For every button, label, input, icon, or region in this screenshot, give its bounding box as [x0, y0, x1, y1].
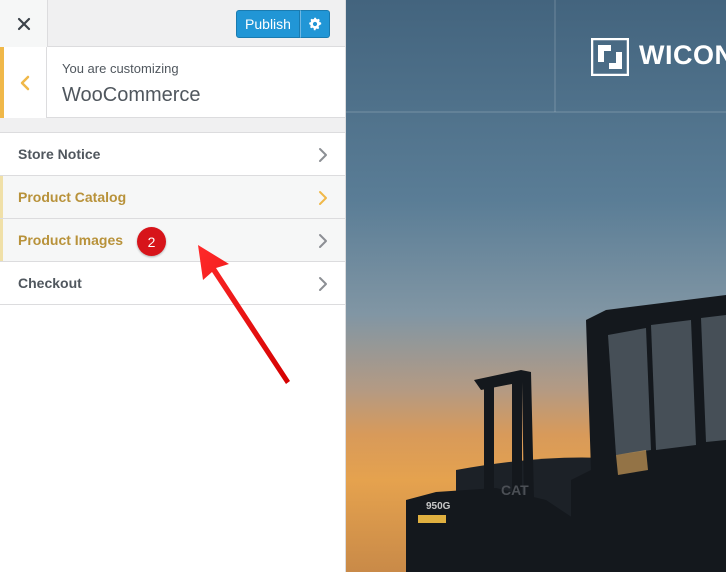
panel-list: Store Notice Product Catalog Product Ima…	[0, 133, 345, 305]
site-preview: 950G CAT WICON	[346, 0, 726, 572]
panel-item-checkout[interactable]: Checkout	[0, 262, 345, 305]
svg-text:CAT: CAT	[501, 482, 529, 498]
publish-button[interactable]: Publish	[236, 10, 300, 38]
hero-image: 950G CAT	[346, 0, 726, 572]
chevron-right-icon	[319, 234, 327, 248]
chevron-left-icon	[20, 75, 30, 90]
annotation-badge: 2	[137, 227, 166, 256]
panel-item-label: Store Notice	[18, 146, 101, 162]
panel-item-product-catalog[interactable]: Product Catalog	[0, 176, 345, 219]
panel-item-store-notice[interactable]: Store Notice	[0, 133, 345, 176]
chevron-right-icon	[319, 148, 327, 162]
close-icon	[17, 17, 30, 30]
publish-group: Publish	[236, 10, 330, 38]
section-divider	[0, 118, 345, 133]
panel-item-label: Product Images	[18, 232, 124, 248]
svg-text:950G: 950G	[426, 501, 451, 512]
customizing-label: You are customizing	[62, 61, 179, 76]
gear-icon	[309, 17, 322, 31]
customizer-sidebar: Publish You are customizing WooCommerce …	[0, 0, 346, 572]
back-button[interactable]	[0, 47, 47, 118]
site-logo-text: WICON	[639, 40, 726, 70]
chevron-right-icon	[319, 191, 327, 205]
section-title: WooCommerce	[62, 84, 201, 106]
section-header: You are customizing WooCommerce	[0, 47, 345, 118]
panel-item-label: Product Catalog	[18, 189, 127, 205]
chevron-right-icon	[319, 277, 327, 291]
customizer-header: Publish	[0, 0, 345, 47]
site-logo-icon	[591, 38, 629, 76]
panel-item-label: Checkout	[18, 275, 82, 291]
publish-settings-button[interactable]	[300, 10, 330, 38]
panel-item-product-images[interactable]: Product Images	[0, 219, 345, 262]
close-button[interactable]	[0, 0, 48, 47]
